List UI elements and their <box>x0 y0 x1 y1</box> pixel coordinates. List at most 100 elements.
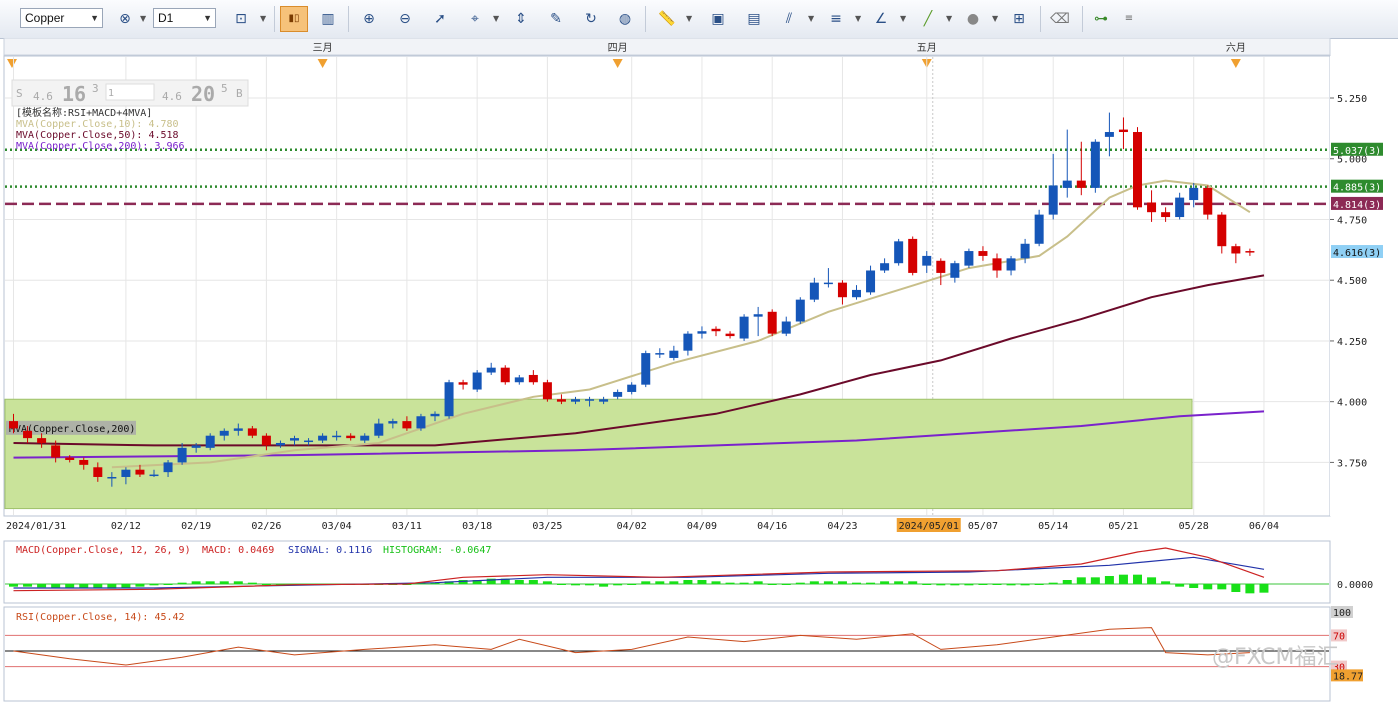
refresh-icon[interactable]: ↻ <box>580 8 602 30</box>
candle-body <box>1076 180 1086 188</box>
trend-tools-icon[interactable]: ∠ <box>870 8 892 30</box>
price-axis[interactable]: 5.2505.0004.7504.5004.2504.0003.7505.037… <box>1330 56 1398 516</box>
macd-hist-bar <box>261 584 271 585</box>
chevron-down-icon[interactable]: ▼ <box>855 14 861 23</box>
macd-hist-bar <box>599 584 609 587</box>
chart-area[interactable]: 三月四月五月六月 MVA(Copper.Close,200) 5.037(3)4… <box>0 38 1398 703</box>
macd-hist-bar <box>1062 580 1072 584</box>
candle-body <box>1020 243 1030 259</box>
tree-icon[interactable]: ⊶ <box>1090 8 1112 30</box>
candle-body <box>852 289 861 298</box>
symbol-select[interactable]: Copper ▼ <box>20 8 103 28</box>
macd-hist-bar <box>781 584 791 585</box>
rsi-tick-label: 70 <box>1333 631 1345 642</box>
candle-body <box>613 391 623 397</box>
chevron-down-icon[interactable]: ▼ <box>493 14 499 23</box>
date-tick-label: 2024/05/01 <box>899 521 959 532</box>
candle-body <box>1161 212 1171 218</box>
fit-icon[interactable]: ⇕ <box>510 8 532 30</box>
chevron-down-icon[interactable]: ▼ <box>260 14 266 23</box>
macd-hist-bar <box>795 582 805 584</box>
candle-body <box>163 462 173 473</box>
fibonacci-icon[interactable]: ⫽ <box>778 8 800 30</box>
price-tick-label: 4.750 <box>1337 215 1367 226</box>
candle-body <box>528 374 538 383</box>
candle-body <box>1006 258 1016 271</box>
macd-hist-bar <box>1034 584 1044 585</box>
price-tag: 4.814(3) <box>1333 200 1381 211</box>
candlestick-icon[interactable]: ▮▯ <box>280 6 308 32</box>
chevron-down-icon[interactable]: ▼ <box>992 14 998 23</box>
cursor-icon[interactable]: ➚ <box>429 8 451 30</box>
indicator-remove-icon[interactable]: ⊗ <box>114 8 136 30</box>
chevron-down-icon[interactable]: ▼ <box>900 14 906 23</box>
date-tick-label: 06/04 <box>1249 521 1279 532</box>
chevron-down-icon[interactable]: ▼ <box>946 14 952 23</box>
price-tag: 5.037(3) <box>1333 146 1381 157</box>
candle-body <box>332 435 342 438</box>
candle-body <box>964 251 974 266</box>
main-pane[interactable]: 三月四月五月六月 MVA(Copper.Close,200) 5.037(3)4… <box>3 38 1398 532</box>
candle-body <box>205 435 215 448</box>
chart-type-icon[interactable]: ⊡ <box>230 8 252 30</box>
macd-hist-bar <box>641 581 651 584</box>
date-axis[interactable]: 2024/01/31 02/12 02/19 02/26 03/04 03/11 03/18… <box>6 518 1279 532</box>
candle-body <box>219 430 229 436</box>
horizontal-lines-icon[interactable]: ≡ <box>825 8 847 30</box>
timeframe-select[interactable]: D1 ▼ <box>153 8 216 28</box>
candle-body <box>880 263 890 271</box>
candle-body <box>585 399 595 401</box>
candle-body <box>514 377 524 383</box>
macd-hist-bar <box>1048 582 1058 584</box>
macd-hist-bar <box>655 581 665 584</box>
bar-chart-icon[interactable]: ▥ <box>317 8 339 30</box>
macd-hist-bar <box>866 582 876 584</box>
add-indicator-icon[interactable]: ⊞ <box>1008 8 1030 30</box>
candle-body <box>1090 141 1100 188</box>
sell-prefix: S <box>16 87 23 100</box>
buy-big: 20 <box>191 82 215 106</box>
globe-icon[interactable]: ◍ <box>614 8 636 30</box>
properties-icon[interactable]: ✎ <box>545 8 567 30</box>
date-tick-label: 04/16 <box>757 521 787 532</box>
candle-body <box>908 238 918 273</box>
pen-icon[interactable]: ╱ <box>917 8 939 30</box>
chevron-down-icon: ▼ <box>90 13 99 23</box>
date-tick-label: 04/23 <box>827 521 857 532</box>
crosshair-data-icon[interactable]: ⌖ <box>464 8 486 30</box>
snapshot-icon[interactable]: ▤ <box>743 8 765 30</box>
chevron-down-icon[interactable]: ▼ <box>686 14 692 23</box>
zoom-in-icon[interactable]: ⊕ <box>358 8 380 30</box>
month-label: 三月 <box>313 42 333 54</box>
rsi-pane[interactable]: RSI(Copper.Close, 14): 45.42 100703018.77 <box>3 606 1363 702</box>
candle-body <box>936 260 946 273</box>
macd-hist-bar <box>514 580 524 584</box>
candle-body <box>866 270 876 293</box>
candle-body <box>1118 129 1128 133</box>
candle-body <box>177 447 187 463</box>
candle-body <box>374 423 384 436</box>
ruler-icon[interactable]: 📏 <box>656 8 678 30</box>
rsi-label: RSI(Copper.Close, 14): 45.42 <box>16 612 185 623</box>
candle-body <box>23 430 33 439</box>
last-price-tag: 4.616(3) <box>1333 248 1381 259</box>
ellipse-icon[interactable]: ● <box>962 8 984 30</box>
price-box[interactable]: S 4.6 16 3 1 4.6 20 5 B <box>11 79 249 107</box>
candle-body <box>79 459 89 465</box>
candle-body <box>683 333 693 351</box>
candle-body <box>416 416 426 429</box>
buy-small: 4.6 <box>162 90 182 103</box>
eraser-icon[interactable]: ⌫ <box>1049 8 1071 30</box>
macd-pane[interactable]: MACD(Copper.Close, 12, 26, 9) MACD: 0.046… <box>3 540 1373 604</box>
candle-body <box>992 258 1002 271</box>
zoom-out-icon[interactable]: ⊖ <box>394 8 416 30</box>
macd-hist-bar <box>1175 584 1185 587</box>
chevron-down-icon[interactable]: ▼ <box>140 14 146 23</box>
price-tick-label: 4.250 <box>1337 337 1367 348</box>
candle-body <box>191 445 201 448</box>
image-icon[interactable]: ▣ <box>707 8 729 30</box>
chevron-down-icon[interactable]: ▼ <box>808 14 814 23</box>
candle-body <box>599 399 609 402</box>
macd-hist-bar <box>880 581 890 584</box>
more-icon[interactable]: ≡ <box>1118 8 1140 30</box>
